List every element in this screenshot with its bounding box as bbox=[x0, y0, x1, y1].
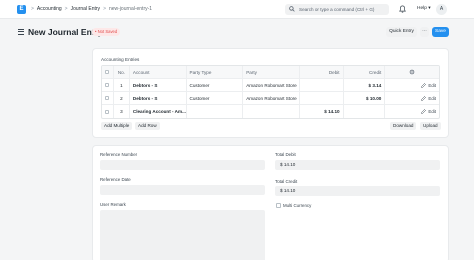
row-no: 3 bbox=[114, 105, 130, 118]
edit-icon bbox=[421, 95, 427, 101]
row-select-cell bbox=[102, 79, 114, 91]
search-placeholder: Search or type a command (Ctrl + G) bbox=[299, 7, 375, 12]
search-icon bbox=[289, 6, 295, 12]
row-edit-cell: Edit bbox=[385, 105, 439, 118]
help-label: Help bbox=[417, 6, 427, 11]
reference-date-input[interactable] bbox=[100, 185, 265, 195]
row-edit-button[interactable]: Edit bbox=[421, 109, 436, 114]
credit-cell[interactable]: $ 3.14 bbox=[344, 79, 386, 91]
search-input[interactable]: Search or type a command (Ctrl + G) bbox=[285, 4, 389, 15]
party-type-cell[interactable] bbox=[187, 105, 244, 118]
accounting-entries-card: Accounting Entries No. Account Party Typ… bbox=[92, 48, 449, 138]
col-header-account: Account bbox=[130, 66, 187, 78]
row-edit-cell: Edit bbox=[385, 79, 439, 91]
bell-icon[interactable] bbox=[399, 5, 406, 13]
hamburger-icon[interactable] bbox=[18, 29, 24, 36]
table-header: No. Account Party Type Party Debit Credi… bbox=[102, 66, 439, 79]
chevron-right-icon: > bbox=[31, 6, 34, 12]
multi-currency-checkbox[interactable] bbox=[276, 203, 281, 208]
quick-entry-button[interactable]: Quick Entry bbox=[386, 27, 417, 37]
debit-cell[interactable] bbox=[300, 79, 344, 91]
accounting-entries-table: No. Account Party Type Party Debit Credi… bbox=[101, 65, 440, 119]
col-header-no: No. bbox=[114, 66, 130, 78]
download-button[interactable]: Download bbox=[390, 122, 417, 130]
row-edit-label: Edit bbox=[428, 109, 436, 114]
row-no: 1 bbox=[114, 79, 130, 91]
more-actions-button[interactable]: ··· bbox=[420, 27, 429, 37]
breadcrumb-journal-entry[interactable]: Journal Entry bbox=[71, 6, 100, 12]
col-header-party-type: Party Type bbox=[187, 66, 244, 78]
save-button[interactable]: Save bbox=[432, 27, 449, 37]
reference-number-label: Reference Number bbox=[100, 152, 138, 157]
row-edit-label: Edit bbox=[428, 82, 436, 88]
row-checkbox[interactable] bbox=[105, 83, 110, 87]
select-all-cell bbox=[102, 66, 114, 78]
party-cell[interactable]: Amazon Robomart Store bbox=[243, 92, 300, 104]
breadcrumb-accounting[interactable]: Accounting bbox=[37, 6, 62, 12]
col-header-credit: Credit bbox=[344, 66, 386, 78]
party-cell[interactable] bbox=[243, 105, 300, 118]
status-badge-label: Not Saved bbox=[97, 29, 118, 34]
column-settings bbox=[385, 66, 439, 78]
reference-number-input[interactable] bbox=[100, 160, 265, 170]
multi-currency-label: Multi Currency bbox=[283, 203, 312, 208]
account-cell[interactable]: Clearing Account - Am... bbox=[130, 105, 187, 118]
user-remark-textarea[interactable] bbox=[100, 210, 265, 260]
edit-icon bbox=[421, 109, 427, 114]
row-edit-button[interactable]: Edit bbox=[421, 83, 436, 88]
col-header-debit: Debit bbox=[300, 66, 344, 78]
row-edit-label: Edit bbox=[428, 95, 436, 101]
party-cell[interactable]: Amazon Robomart Store bbox=[243, 79, 300, 91]
row-select-cell bbox=[102, 105, 114, 118]
total-debit-label: Total Debit bbox=[275, 152, 296, 157]
table-row[interactable]: 2 Debtors - S Customer Amazon Robomart S… bbox=[102, 92, 439, 105]
row-edit-cell: Edit bbox=[385, 92, 439, 104]
row-checkbox[interactable] bbox=[105, 96, 110, 100]
credit-cell[interactable] bbox=[344, 105, 386, 118]
help-menu[interactable]: Help ▾ bbox=[417, 6, 431, 11]
chevron-right-icon: > bbox=[64, 6, 68, 12]
debit-cell[interactable] bbox=[300, 92, 344, 104]
settings-icon[interactable] bbox=[409, 69, 415, 75]
edit-icon bbox=[421, 82, 427, 88]
avatar[interactable]: A bbox=[436, 4, 447, 15]
upload-button[interactable]: Upload bbox=[420, 122, 441, 130]
add-multiple-button[interactable]: Add Multiple bbox=[101, 122, 133, 130]
add-row-button[interactable]: Add Row bbox=[135, 122, 160, 130]
debit-cell[interactable]: $ 14.10 bbox=[300, 105, 344, 118]
account-cell[interactable]: Debtors - S bbox=[130, 79, 187, 91]
details-card: Reference Number Reference Date User Rem… bbox=[92, 145, 449, 260]
row-checkbox[interactable] bbox=[105, 109, 110, 114]
select-all-checkbox[interactable] bbox=[105, 70, 110, 74]
account-cell[interactable]: Debtors - S bbox=[130, 92, 187, 104]
table-row[interactable]: 1 Debtors - S Customer Amazon Robomart S… bbox=[102, 79, 439, 92]
col-header-party: Party bbox=[243, 66, 300, 78]
row-no: 2 bbox=[114, 92, 130, 104]
total-credit-label: Total Credit bbox=[275, 179, 298, 184]
row-select-cell bbox=[102, 92, 114, 104]
table-row[interactable]: 3 Clearing Account - Am... $ 14.10 Edit bbox=[102, 105, 439, 118]
reference-date-label: Reference Date bbox=[100, 177, 131, 182]
chevron-right-icon: > bbox=[103, 6, 106, 12]
total-credit-input: $ 14.10 bbox=[275, 186, 440, 196]
user-remark-label: User Remark bbox=[100, 202, 126, 207]
party-type-cell[interactable]: Customer bbox=[187, 92, 244, 104]
breadcrumb-current: new-journal-entry-1 bbox=[108, 6, 153, 12]
accounting-entries-label: Accounting Entries bbox=[101, 57, 140, 62]
chevron-down-icon: ▾ bbox=[428, 6, 431, 11]
breadcrumb: > Accounting > Journal Entry > new-journ… bbox=[31, 6, 152, 12]
navbar: E > Accounting > Journal Entry > new-jou… bbox=[0, 0, 474, 19]
credit-cell[interactable]: $ 10.00 bbox=[344, 92, 386, 104]
app-logo[interactable]: E bbox=[17, 5, 26, 14]
total-debit-input: $ 14.10 bbox=[275, 160, 440, 170]
row-edit-button[interactable]: Edit bbox=[421, 96, 436, 101]
party-type-cell[interactable]: Customer bbox=[187, 79, 244, 91]
status-badge: • Not Saved bbox=[92, 28, 121, 36]
